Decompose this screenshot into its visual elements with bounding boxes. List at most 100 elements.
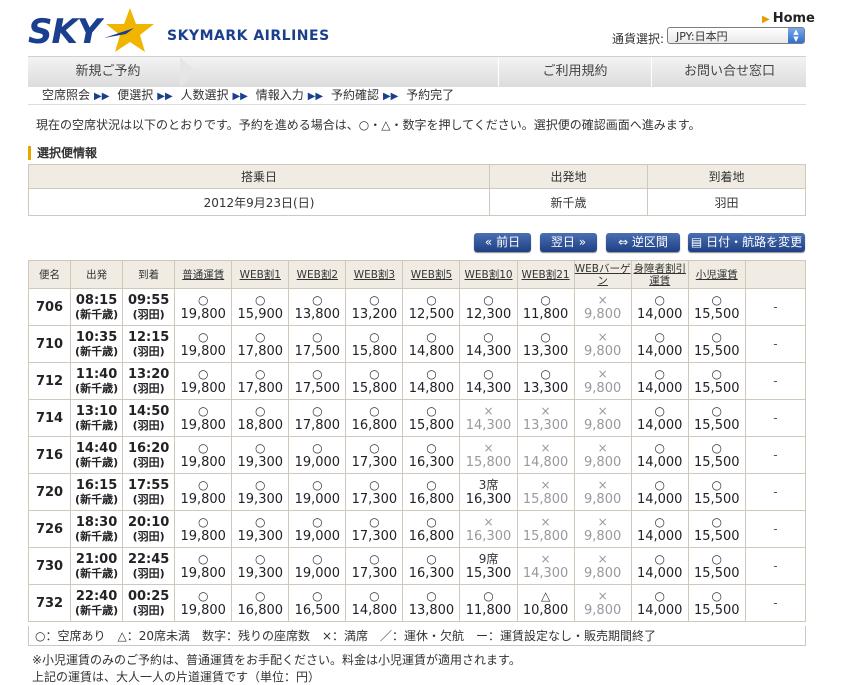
fare-cell[interactable]: ○ 14,000 [630, 547, 689, 585]
change-date-route-button[interactable]: ▤ 日付・航路を変更 [688, 233, 805, 252]
logo-sky-text[interactable]: SKY [28, 12, 101, 52]
fare-cell[interactable]: ○ 14,000 [630, 362, 689, 400]
fare-cell[interactable]: 3席 16,300 [459, 473, 518, 511]
fare-cell[interactable]: ○ 16,800 [345, 399, 404, 437]
nav-new-booking[interactable]: 新規ご予約 [28, 57, 188, 87]
fare-cell[interactable]: ○ 14,000 [630, 510, 689, 548]
fare-cell[interactable]: ○ 19,800 [174, 362, 233, 400]
fare-cell[interactable]: ○ 13,800 [288, 288, 347, 326]
flights-header-cell[interactable]: WEB割10 [459, 260, 518, 289]
fare-cell[interactable]: ○ 19,800 [174, 325, 233, 363]
fare-cell[interactable]: ○ 17,300 [345, 547, 404, 585]
nav-terms[interactable]: ご利用規約 [498, 57, 651, 87]
fare-cell[interactable]: ○ 13,300 [516, 362, 575, 400]
fare-cell[interactable]: ○ 13,200 [345, 288, 404, 326]
fare-cell[interactable]: ○ 14,000 [630, 473, 689, 511]
fare-cell[interactable]: ○ 19,300 [231, 473, 290, 511]
flights-header-cell[interactable]: WEB割1 [231, 260, 290, 289]
fare-cell[interactable]: ○ 19,800 [174, 510, 233, 548]
fare-cell[interactable]: ○ 15,800 [345, 325, 404, 363]
fare-cell[interactable]: ○ 19,800 [174, 547, 233, 585]
nav-contact[interactable]: お問い合せ窓口 [651, 57, 807, 87]
fare-cell[interactable]: ○ 19,800 [174, 288, 233, 326]
fare-cell[interactable]: ○ 14,300 [459, 325, 518, 363]
fare-cell[interactable]: ○ 19,800 [174, 436, 233, 474]
fare-cell[interactable]: ○ 14,300 [459, 362, 518, 400]
fare-cell[interactable]: ○ 12,300 [459, 288, 518, 326]
fare-cell[interactable]: ○ 16,500 [288, 584, 347, 622]
fare-cell[interactable]: ○ 16,300 [402, 547, 461, 585]
fare-cell[interactable]: ○ 15,500 [687, 362, 746, 400]
fare-cell[interactable]: ○ 16,800 [402, 510, 461, 548]
fare-price: 18,800 [237, 417, 284, 433]
fare-cell[interactable]: ○ 14,000 [630, 436, 689, 474]
availability-symbol: ○ [483, 588, 494, 603]
flights-header-cell[interactable]: WEB割3 [345, 260, 404, 289]
fare-cell[interactable]: ○ 15,500 [687, 584, 746, 622]
fare-cell[interactable]: ○ 14,800 [345, 584, 404, 622]
fare-cell[interactable]: ○ 17,500 [288, 362, 347, 400]
fare-cell[interactable]: 9席 15,300 [459, 547, 518, 585]
fare-cell: × 14,800 [516, 436, 575, 474]
fare-cell[interactable]: ○ 15,500 [687, 288, 746, 326]
currency-select[interactable]: JPY:日本円 ▲ ▼ [667, 27, 805, 44]
flights-header-cell[interactable]: 小児運賃 [687, 260, 746, 289]
availability-symbol: ○ [197, 440, 209, 455]
fare-cell[interactable]: ○ 15,500 [687, 473, 746, 511]
fare-cell[interactable]: ○ 19,000 [288, 547, 347, 585]
fare-cell[interactable]: ○ 17,800 [231, 362, 290, 400]
availability-symbol: × [483, 514, 494, 529]
fare-cell[interactable]: ○ 15,500 [687, 547, 746, 585]
fare-cell[interactable]: ○ 14,000 [630, 288, 689, 326]
fare-cell[interactable]: ○ 17,300 [345, 473, 404, 511]
fare-cell[interactable]: △ 10,800 [516, 584, 575, 622]
home-link[interactable]: ▶ Home [762, 11, 815, 26]
flights-header-cell[interactable]: WEB割2 [288, 260, 347, 289]
fare-cell[interactable]: ○ 14,000 [630, 399, 689, 437]
fare-cell[interactable]: ○ 19,300 [231, 510, 290, 548]
flights-header-cell[interactable]: WEBバーゲン [573, 260, 632, 289]
fare-cell[interactable]: ○ 19,000 [288, 436, 347, 474]
fare-cell[interactable]: ○ 14,800 [402, 362, 461, 400]
fare-cell[interactable]: ○ 15,500 [687, 325, 746, 363]
fare-cell[interactable]: ○ 17,300 [345, 436, 404, 474]
fare-cell[interactable]: ○ 19,000 [288, 473, 347, 511]
fare-cell[interactable]: ○ 19,800 [174, 473, 233, 511]
fare-cell[interactable]: ○ 19,300 [231, 547, 290, 585]
flight-number: 732 [27, 584, 72, 622]
fare-cell[interactable]: ○ 15,800 [402, 399, 461, 437]
fare-cell[interactable]: ○ 16,800 [402, 473, 461, 511]
flights-header-cell[interactable]: WEB割5 [402, 260, 461, 289]
reverse-route-button[interactable]: ⇔ 逆区間 [606, 233, 680, 252]
fare-cell[interactable]: ○ 15,900 [231, 288, 290, 326]
fare-cell[interactable]: ○ 17,800 [288, 399, 347, 437]
fare-cell[interactable]: ○ 14,000 [630, 325, 689, 363]
fare-cell[interactable]: ○ 13,300 [516, 325, 575, 363]
next-day-button[interactable]: 翌日 » [540, 233, 597, 252]
fare-cell[interactable]: ○ 16,300 [402, 436, 461, 474]
fare-cell[interactable]: ○ 11,800 [459, 584, 518, 622]
fare-cell[interactable]: ○ 11,800 [516, 288, 575, 326]
flights-header-cell[interactable]: WEB割21 [516, 260, 575, 289]
fare-cell[interactable]: ○ 19,000 [288, 510, 347, 548]
fare-cell[interactable]: ○ 16,800 [231, 584, 290, 622]
fare-price: 13,200 [351, 306, 398, 322]
fare-cell[interactable]: ○ 14,800 [402, 325, 461, 363]
fare-cell[interactable]: ○ 17,500 [288, 325, 347, 363]
fare-cell[interactable]: ○ 15,500 [687, 399, 746, 437]
fare-cell[interactable]: ○ 17,300 [345, 510, 404, 548]
flights-header-cell[interactable]: 普通運賃 [174, 260, 233, 289]
fare-cell[interactable]: ○ 18,800 [231, 399, 290, 437]
fare-cell[interactable]: ○ 15,500 [687, 510, 746, 548]
fare-cell[interactable]: ○ 15,800 [345, 362, 404, 400]
fare-cell[interactable]: ○ 19,300 [231, 436, 290, 474]
fare-cell[interactable]: ○ 14,000 [630, 584, 689, 622]
fare-cell[interactable]: ○ 13,800 [402, 584, 461, 622]
fare-cell[interactable]: ○ 12,500 [402, 288, 461, 326]
fare-cell[interactable]: ○ 17,800 [231, 325, 290, 363]
flights-header-cell[interactable]: 身障者割引運賃 [630, 260, 689, 289]
prev-day-button[interactable]: « 前日 [474, 233, 531, 252]
fare-cell[interactable]: ○ 15,500 [687, 436, 746, 474]
fare-cell[interactable]: ○ 19,800 [174, 399, 233, 437]
fare-cell[interactable]: ○ 19,800 [174, 584, 233, 622]
